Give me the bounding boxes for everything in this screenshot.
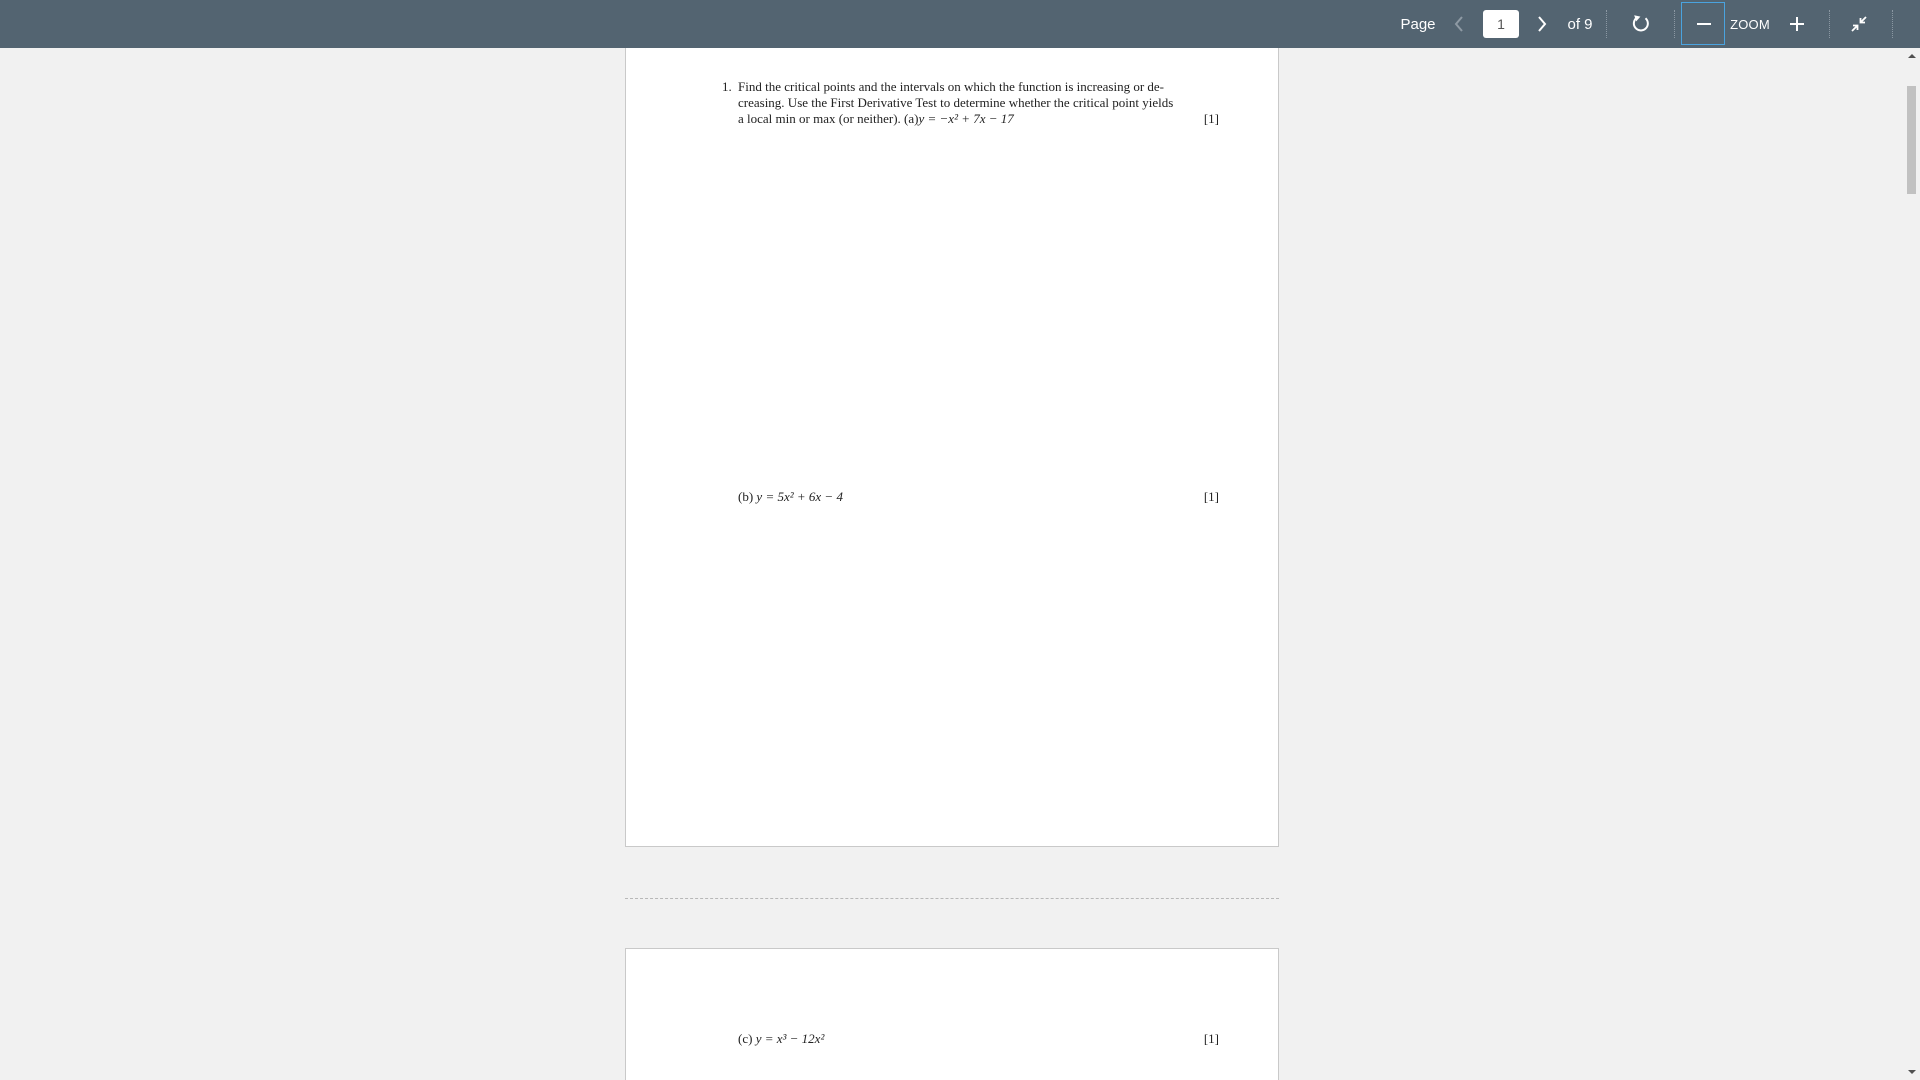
part-a-mark: [1] <box>1203 111 1219 126</box>
pdf-page-1: 1. Find the critical points and the inte… <box>625 48 1279 847</box>
part-c-label: (c) <box>738 1031 753 1046</box>
page-number-input[interactable] <box>1483 10 1519 38</box>
toolbar-separator <box>1892 10 1893 38</box>
pdf-toolbar: Page of 9 ZOOM <box>0 0 1920 48</box>
toolbar-separator <box>1674 10 1675 38</box>
part-b-label: (b) <box>738 489 754 504</box>
zoom-label: ZOOM <box>1730 16 1770 32</box>
pdf-page-2: (c) y = x³ − 12x² [1] <box>625 948 1279 1080</box>
question-line-2: creasing. Use the First Derivative Test … <box>738 95 1174 110</box>
part-b-equation: y = 5x² + 6x − 4 <box>756 489 843 504</box>
page-divider <box>625 898 1279 899</box>
question-line-3-text: a local min or max (or neither). (a) <box>738 111 919 126</box>
previous-page-button[interactable] <box>1448 0 1470 48</box>
toolbar-separator <box>1606 10 1607 38</box>
part-a-equation: y = −x² + 7x − 17 <box>918 111 1014 126</box>
rotate-button[interactable] <box>1626 0 1656 48</box>
part-b-mark: [1] <box>1203 489 1219 504</box>
part-c-equation: y = x³ − 12x² <box>755 1031 825 1046</box>
scroll-up-arrow-icon[interactable] <box>1908 54 1916 58</box>
part-c: (c) y = x³ − 12x² <box>738 1031 824 1047</box>
next-page-button[interactable] <box>1530 0 1554 48</box>
zoom-out-button[interactable] <box>1681 2 1725 45</box>
rotate-icon <box>1632 15 1649 32</box>
document-viewer[interactable]: 1. Find the critical points and the inte… <box>0 48 1920 1080</box>
plus-icon <box>1790 17 1804 31</box>
page-total-label: of 9 <box>1567 15 1593 33</box>
zoom-in-button[interactable] <box>1783 0 1811 48</box>
collapse-button[interactable] <box>1843 0 1875 48</box>
minus-icon <box>1697 23 1711 25</box>
chevron-right-icon <box>1538 16 1547 32</box>
page-label: Page <box>1400 15 1436 33</box>
scroll-down-arrow-icon[interactable] <box>1908 1070 1916 1074</box>
question-number: 1. <box>722 79 732 94</box>
chevron-left-icon <box>1454 16 1463 32</box>
part-c-mark: [1] <box>1203 1031 1219 1046</box>
part-b: (b) y = 5x² + 6x − 4 <box>738 489 843 505</box>
question-line-1: Find the critical points and the interva… <box>738 79 1165 94</box>
scrollbar-thumb[interactable] <box>1907 86 1916 194</box>
vertical-scrollbar[interactable] <box>1903 48 1920 1080</box>
question-line-3: a local min or max (or neither). (a)y = … <box>738 111 1014 127</box>
collapse-icon <box>1851 16 1867 32</box>
toolbar-separator <box>1829 10 1830 38</box>
